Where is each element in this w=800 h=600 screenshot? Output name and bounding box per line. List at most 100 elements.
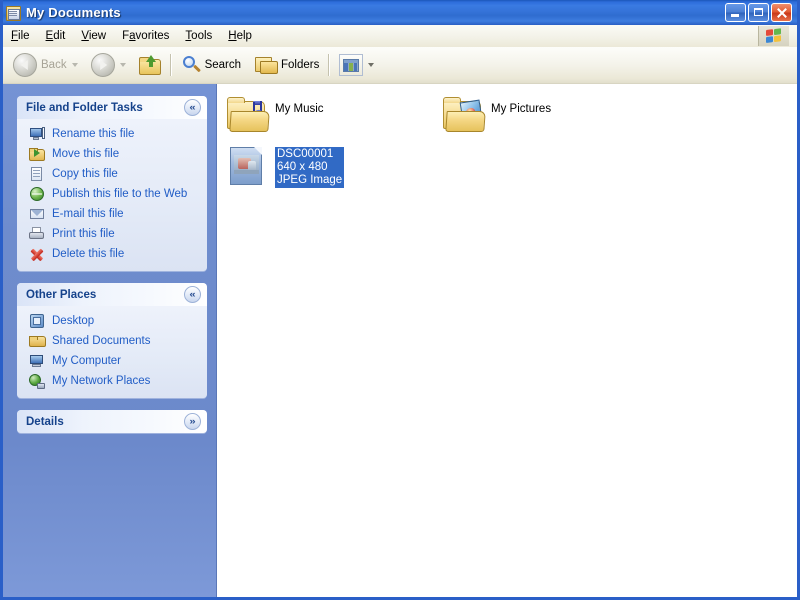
windows-flag-logo[interactable] — [758, 26, 789, 46]
panel-title-file-and-folder-tasks: File and Folder Tasks — [26, 101, 143, 114]
back-arrow-icon — [13, 53, 37, 77]
task-delete-this-file[interactable]: Delete this file — [21, 244, 203, 264]
chevron-up-icon[interactable]: « — [184, 286, 201, 303]
title-bar[interactable]: My Documents — [3, 0, 797, 25]
task-print-this-file[interactable]: Print this file — [21, 224, 203, 244]
explorer-window: My Documents File Edit View Favorites To… — [0, 0, 800, 600]
task-label-move: Move this file — [52, 148, 120, 160]
toolbar-separator-1 — [169, 54, 172, 76]
menu-tools-label: ools — [191, 30, 213, 42]
toolbar: Back Search Folders — [3, 47, 797, 84]
menu-help[interactable]: Help — [220, 27, 260, 45]
panel-file-and-folder-tasks: File and Folder Tasks « Rename this file… — [17, 96, 207, 271]
search-button[interactable]: Search — [177, 50, 245, 80]
menu-tools[interactable]: Tools — [177, 27, 220, 45]
minimize-button[interactable] — [725, 3, 746, 22]
list-item-label-my-music: My Music — [275, 103, 324, 115]
task-copy-this-file[interactable]: Copy this file — [21, 164, 203, 184]
forward-dropdown-caret-icon[interactable] — [119, 63, 126, 67]
move-icon — [29, 146, 45, 162]
rename-icon — [29, 126, 45, 142]
jpeg-image-icon — [225, 145, 271, 189]
panel-body-file-and-folder-tasks: Rename this file Move this file Copy thi… — [17, 119, 207, 271]
desktop-icon — [29, 313, 45, 329]
place-label-shared-documents: Shared Documents — [52, 335, 151, 347]
up-button[interactable] — [135, 50, 165, 80]
menu-favorites[interactable]: Favorites — [114, 27, 177, 45]
folders-icon — [255, 56, 279, 74]
panel-details: Details » — [17, 410, 207, 433]
menu-view[interactable]: View — [73, 27, 114, 45]
views-button[interactable] — [335, 50, 383, 80]
panel-title-other-places: Other Places — [26, 288, 97, 301]
pictures-folder-icon — [441, 89, 487, 133]
print-icon — [29, 226, 45, 242]
list-item-dsc00001[interactable]: DSC00001 640 x 480 JPEG Image — [225, 145, 345, 189]
back-button[interactable]: Back — [9, 50, 87, 80]
place-label-desktop: Desktop — [52, 315, 95, 327]
email-icon — [29, 206, 45, 222]
panel-body-other-places: Desktop Shared Documents My Computer My … — [17, 306, 207, 398]
menu-edit-label: dit — [53, 30, 66, 42]
panel-header-file-and-folder-tasks[interactable]: File and Folder Tasks « — [17, 96, 207, 119]
task-label-publish: Publish this file to the Web — [52, 188, 188, 200]
menu-edit[interactable]: Edit — [38, 27, 74, 45]
panel-title-details: Details — [26, 415, 64, 428]
place-shared-documents[interactable]: Shared Documents — [21, 331, 203, 351]
back-label: Back — [41, 59, 67, 71]
chevron-down-icon[interactable]: » — [184, 413, 201, 430]
folders-label: Folders — [281, 59, 320, 71]
maximize-button[interactable] — [748, 3, 769, 22]
up-folder-icon — [138, 55, 161, 75]
views-dropdown-caret-icon[interactable] — [368, 63, 375, 67]
task-move-this-file[interactable]: Move this file — [21, 144, 203, 164]
folders-button[interactable]: Folders — [251, 50, 323, 80]
panel-header-details[interactable]: Details » — [17, 410, 207, 433]
menu-favorites-label: vorites — [135, 30, 170, 42]
chevron-down-glyph: » — [189, 416, 196, 426]
task-rename-this-file[interactable]: Rename this file — [21, 124, 203, 144]
task-label-email: E-mail this file — [52, 208, 124, 220]
menu-help-label: elp — [236, 30, 252, 42]
place-label-my-network-places: My Network Places — [52, 375, 151, 387]
list-item-my-music[interactable]: My Music — [225, 89, 324, 133]
chevron-up-icon[interactable]: « — [184, 99, 201, 116]
task-label-print: Print this file — [52, 228, 115, 240]
copy-icon — [29, 166, 45, 182]
window-title: My Documents — [26, 5, 121, 20]
publish-web-icon — [29, 186, 45, 202]
panel-header-other-places[interactable]: Other Places « — [17, 283, 207, 306]
place-label-my-computer: My Computer — [52, 355, 122, 367]
menu-bar: File Edit View Favorites Tools Help — [3, 25, 797, 48]
file-list-view[interactable]: My Music My Pictures DSC00001 640 x 480 … — [218, 84, 797, 597]
place-my-computer[interactable]: My Computer — [21, 351, 203, 371]
menu-file-label: ile — [18, 30, 30, 42]
place-my-network-places[interactable]: My Network Places — [21, 371, 203, 391]
chevron-up-glyph: « — [189, 102, 196, 112]
forward-button[interactable] — [87, 50, 135, 80]
window-controls — [725, 3, 792, 22]
task-pane: File and Folder Tasks « Rename this file… — [3, 84, 217, 597]
list-item-my-pictures[interactable]: My Pictures — [441, 89, 551, 133]
place-desktop[interactable]: Desktop — [21, 311, 203, 331]
my-computer-icon — [29, 353, 45, 369]
menu-view-label: iew — [88, 30, 107, 42]
task-email-this-file[interactable]: E-mail this file — [21, 204, 203, 224]
task-publish-this-file-to-the-web[interactable]: Publish this file to the Web — [21, 184, 203, 204]
toolbar-separator-2 — [328, 54, 331, 76]
shared-documents-icon — [29, 333, 46, 349]
back-dropdown-caret-icon[interactable] — [71, 63, 78, 67]
delete-icon — [29, 246, 45, 262]
panel-other-places: Other Places « Desktop Shared Documents … — [17, 283, 207, 398]
chevron-up-glyph: « — [189, 289, 196, 299]
file-type-text: JPEG Image — [277, 174, 343, 186]
close-button[interactable] — [771, 3, 792, 22]
task-label-rename: Rename this file — [52, 128, 135, 140]
search-label: Search — [204, 59, 242, 71]
menu-file[interactable]: File — [3, 27, 38, 45]
views-grid-icon — [339, 54, 364, 76]
forward-arrow-icon — [90, 53, 115, 77]
music-folder-icon — [225, 89, 271, 133]
file-dimensions-text: 640 x 480 — [277, 161, 328, 173]
file-name-text: DSC00001 — [277, 148, 334, 160]
